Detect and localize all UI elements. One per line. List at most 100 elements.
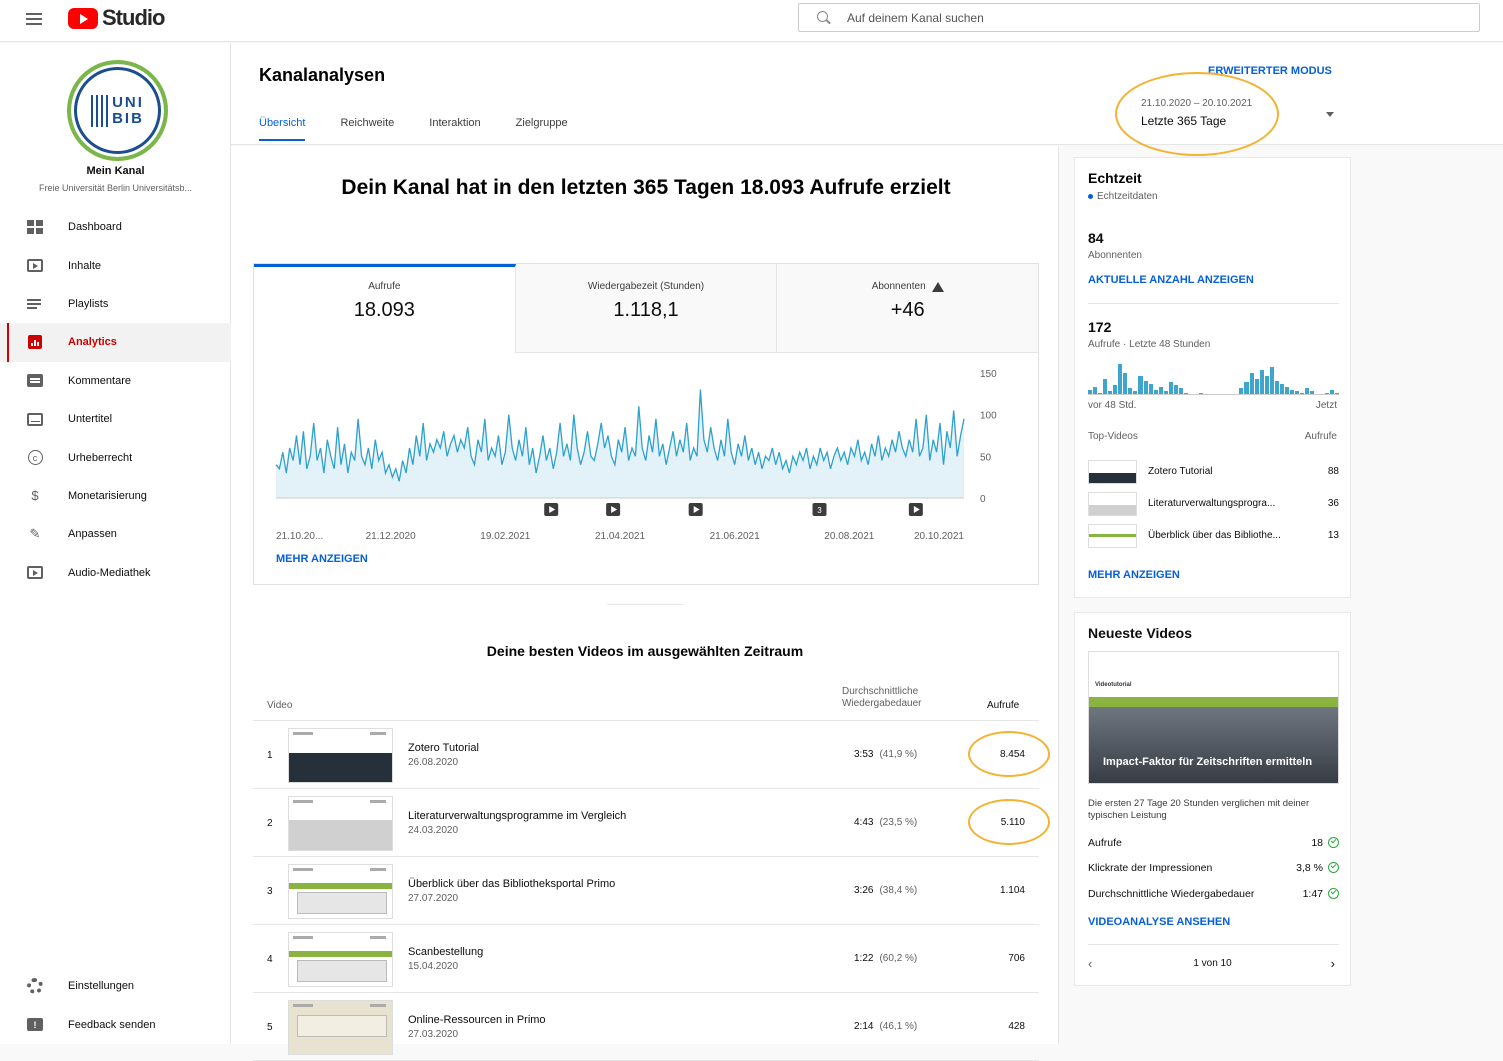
tab-overview[interactable]: Übersicht (259, 117, 306, 141)
sidebar-item-copyright[interactable]: c Urheberrecht (0, 438, 231, 476)
duration-value: 3:26 (854, 885, 874, 896)
sidebar-item-dashboard[interactable]: Dashboard (0, 208, 231, 246)
search-box[interactable] (798, 3, 1480, 32)
x-tick-label: 19.02.2021 (480, 531, 530, 542)
logo-text: Studio (102, 5, 165, 30)
tab-reach[interactable]: Reichweite (340, 117, 394, 141)
metric-views[interactable]: Aufrufe 18.093 (254, 264, 516, 353)
tab-audience[interactable]: Zielgruppe (516, 117, 568, 141)
realtime-bar (1274, 380, 1279, 394)
video-title[interactable]: Überblick über das Bibliotheksportal Pri… (408, 878, 615, 890)
video-title[interactable]: Zotero Tutorial (408, 742, 479, 754)
analytics-icon (27, 335, 43, 350)
stat-value: 1:47 (1302, 888, 1323, 900)
sidebar-item-comments[interactable]: Kommentare (0, 362, 231, 400)
show-more-link[interactable]: MEHR ANZEIGEN (1088, 569, 1180, 581)
realtime-bar (1168, 382, 1173, 394)
table-row[interactable]: 4 Scanbestellung 15.04.2020 1:22 (60,2 %)… (253, 925, 1039, 993)
content-icon (27, 259, 43, 273)
realtime-bar (1153, 389, 1158, 394)
date-range-selector[interactable]: 21.10.2020 – 20.10.2021 Letzte 365 Tage (1141, 98, 1252, 128)
axis-left-label: vor 48 Std. (1088, 400, 1137, 411)
chevron-down-icon[interactable] (1326, 112, 1334, 117)
realtime-bar (1249, 373, 1254, 394)
sidebar-item-content[interactable]: Inhalte (0, 246, 231, 284)
column-avg-duration[interactable]: Durchschnittliche Wiedergabedauer (842, 686, 922, 710)
search-input[interactable] (847, 10, 1447, 25)
video-title[interactable]: Scanbestellung (408, 946, 483, 958)
chevron-right-icon[interactable]: › (1331, 956, 1335, 971)
metric-watchtime[interactable]: Wiedergabezeit (Stunden) 1.118,1 (515, 264, 778, 353)
sidebar-item-settings[interactable]: Einstellungen (0, 967, 231, 1005)
top-video-item[interactable]: Zotero Tutorial 88 (1088, 460, 1339, 484)
show-current-count-link[interactable]: AKTUELLE ANZAHL ANZEIGEN (1088, 274, 1254, 286)
table-row[interactable]: 3 Überblick über das Bibliotheksportal P… (253, 857, 1039, 925)
sidebar-item-customize[interactable]: ✎ Anpassen (0, 515, 231, 553)
top-video-title: Überblick über das Bibliothe... (1148, 530, 1281, 541)
advanced-mode-link[interactable]: ERWEITERTER MODUS (1208, 65, 1332, 77)
metric-tabs: Aufrufe 18.093 Wiedergabezeit (Stunden) … (254, 264, 1039, 353)
top-video-title: Literaturverwaltungsprogra... (1148, 498, 1276, 509)
top-video-item[interactable]: Literaturverwaltungsprogra... 36 (1088, 492, 1339, 516)
newest-videos-card: Neueste Videos Videotutorial Impact-Fakt… (1074, 612, 1351, 986)
video-date: 27.03.2020 (408, 1029, 459, 1040)
video-thumbnail[interactable] (288, 796, 393, 851)
sidebar-item-feedback[interactable]: ! Feedback senden (0, 1005, 231, 1043)
top-video-views: 13 (1327, 530, 1339, 541)
pager-text: 1 von 10 (1193, 958, 1232, 969)
x-tick-label: 21.10.20... (276, 531, 323, 542)
table-row[interactable]: 2 Literaturverwaltungsprogramme im Vergl… (253, 789, 1039, 857)
realtime-bar (1279, 383, 1284, 394)
views-line-chart: 0 50 100 150 3 21.10.20... 21.12.2020 19.02.202… (275, 369, 997, 542)
metric-subscribers[interactable]: Abonnenten +46 (777, 264, 1039, 353)
video-duration: 2:14 (46,1 %) (854, 1021, 917, 1032)
warning-icon[interactable] (931, 281, 944, 292)
column-views[interactable]: Aufrufe (987, 700, 1019, 711)
sidebar-item-playlists[interactable]: Playlists (0, 285, 231, 323)
video-title[interactable]: Online-Ressourcen in Primo (408, 1014, 546, 1026)
top-video-item[interactable]: Überblick über das Bibliothe... 13 (1088, 524, 1339, 548)
realtime-views-count: 172 (1088, 319, 1112, 335)
sidebar-item-audio-library[interactable]: Audio-Mediathek (0, 554, 231, 592)
realtime-bar (1264, 376, 1269, 394)
table-row[interactable]: 5 Online-Ressourcen in Primo 27.03.2020 … (253, 993, 1039, 1061)
video-duration: 4:43 (23,5 %) (854, 817, 917, 828)
sidebar-item-subtitles[interactable]: Untertitel (0, 400, 231, 438)
realtime-bar (1284, 386, 1289, 394)
video-thumbnail[interactable] (288, 864, 393, 919)
realtime-bar (1294, 391, 1299, 394)
video-thumbnail[interactable] (288, 1000, 393, 1055)
realtime-bar (1173, 385, 1178, 394)
sidebar-item-label: Playlists (68, 297, 109, 310)
y-tick-label: 100 (980, 411, 997, 422)
video-thumbnail (1088, 492, 1137, 516)
menu-icon[interactable] (26, 9, 46, 29)
video-analysis-link[interactable]: VIDEOANALYSE ANSEHEN (1088, 916, 1230, 928)
studio-logo[interactable]: Studio (68, 5, 165, 31)
realtime-bar (1259, 370, 1264, 394)
metric-value: +46 (890, 299, 925, 321)
stat-label: Durchschnittliche Wiedergabedauer (1088, 888, 1255, 900)
metric-value: 1.118,1 (613, 299, 679, 321)
video-thumbnail[interactable] (288, 932, 393, 987)
channel-avatar[interactable]: UNI BIB (67, 60, 168, 161)
date-range: 21.10.2020 – 20.10.2021 (1141, 98, 1253, 109)
audio-library-icon (27, 566, 43, 580)
realtime-bar (1128, 388, 1133, 394)
analytics-tabs: Übersicht Reichweite Interaktion Zielgru… (259, 117, 568, 141)
video-title[interactable]: Literaturverwaltungsprogramme im Verglei… (408, 810, 626, 822)
top-video-views: 36 (1327, 498, 1339, 509)
realtime-bar (1254, 379, 1259, 394)
video-duration: 1:22 (60,2 %) (854, 953, 917, 964)
show-more-link[interactable]: MEHR ANZEIGEN (276, 553, 368, 565)
analytics-header: Kanalanalysen Übersicht Reichweite Inter… (231, 43, 1503, 145)
sidebar-item-analytics[interactable]: Analytics (0, 323, 231, 362)
table-row[interactable]: 1 Zotero Tutorial 26.08.2020 3:53 (41,9 %… (253, 721, 1039, 789)
top-videos-table: Video Durchschnittliche Wiedergabedauer … (253, 683, 1039, 1061)
subscriber-label: Abonnenten (1088, 250, 1142, 261)
tab-engagement[interactable]: Interaktion (429, 117, 480, 141)
newest-video-thumbnail[interactable]: Videotutorial Impact-Faktor für Zeitschr… (1088, 651, 1339, 784)
y-tick-label: 50 (980, 452, 992, 463)
sidebar-item-monetization[interactable]: $ Monetarisierung (0, 477, 231, 515)
video-thumbnail[interactable] (288, 728, 393, 783)
